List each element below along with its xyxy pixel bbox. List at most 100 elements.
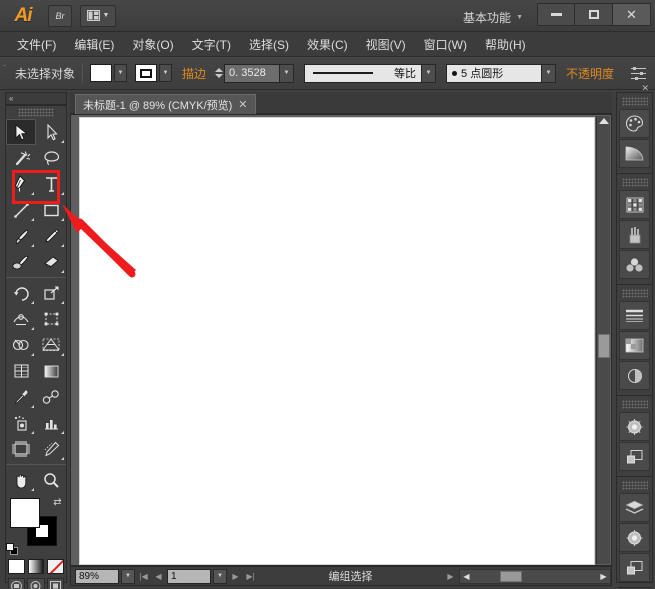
- fill-swatch-dropdown[interactable]: ▼: [114, 64, 128, 82]
- dock-group-handle[interactable]: [621, 97, 648, 106]
- tool-width[interactable]: [6, 306, 36, 332]
- tool-zoom[interactable]: [36, 467, 66, 493]
- screen-mode-full-menu[interactable]: [27, 578, 45, 589]
- bridge-icon[interactable]: Br: [48, 4, 72, 27]
- tool-eraser[interactable]: [36, 249, 66, 275]
- brush-definition-select[interactable]: 5 点圆形: [446, 63, 543, 83]
- tool-magic-wand[interactable]: [6, 145, 36, 171]
- color-panel-icon[interactable]: [619, 109, 650, 138]
- tool-free-transform[interactable]: [36, 306, 66, 332]
- gradient-panel-icon[interactable]: [619, 139, 650, 168]
- scroll-left-icon[interactable]: ◀: [460, 570, 473, 583]
- first-page-button[interactable]: |◀: [137, 569, 150, 584]
- last-page-button[interactable]: ▶|: [244, 569, 257, 584]
- status-expand-arrow[interactable]: ▶: [444, 569, 457, 584]
- layers-panel-icon[interactable]: [619, 493, 650, 522]
- transform-panel-icon[interactable]: [619, 523, 650, 552]
- tool-slice[interactable]: [36, 436, 66, 462]
- scroll-up-icon[interactable]: [599, 118, 609, 124]
- tool-blend[interactable]: [36, 384, 66, 410]
- dock-group-handle[interactable]: [621, 289, 648, 298]
- opacity-label[interactable]: 不透明度: [566, 65, 614, 82]
- tool-shape-builder[interactable]: [6, 332, 36, 358]
- dock-group-handle[interactable]: [621, 178, 648, 187]
- workspace-switcher[interactable]: 基本功能 ▼: [459, 7, 527, 28]
- tool-selection[interactable]: [6, 119, 36, 145]
- fill-color-swatch[interactable]: [90, 64, 113, 82]
- stroke-profile-select[interactable]: 等比: [304, 63, 423, 83]
- stroke-color-swatch[interactable]: [135, 64, 158, 82]
- menu-type[interactable]: 文字(T): [183, 33, 240, 56]
- document-tab[interactable]: 未标题-1 @ 89% (CMYK/预览) ✕: [75, 94, 256, 114]
- menu-select[interactable]: 选择(S): [240, 33, 298, 56]
- swap-fill-stroke-icon[interactable]: ⇄: [51, 496, 64, 509]
- page-number-dropdown[interactable]: ▼: [213, 568, 227, 584]
- pathfinder-panel-icon[interactable]: [619, 553, 650, 582]
- toolbar-collapse-button[interactable]: «: [5, 92, 67, 105]
- tool-column-graph[interactable]: [36, 410, 66, 436]
- maximize-button[interactable]: [575, 3, 613, 26]
- tool-lasso[interactable]: [36, 145, 66, 171]
- align-panel-icon[interactable]: [619, 442, 650, 471]
- screen-mode-full[interactable]: [46, 578, 64, 589]
- stroke-weight-stepper[interactable]: [213, 64, 224, 82]
- tool-blob-brush[interactable]: [6, 249, 36, 275]
- color-mode-none[interactable]: [47, 559, 65, 574]
- artboard[interactable]: [79, 117, 595, 565]
- swatches-panel-icon[interactable]: [619, 190, 650, 219]
- tool-pen[interactable]: [6, 171, 36, 197]
- menu-effect[interactable]: 效果(C): [298, 33, 357, 56]
- tool-rotate[interactable]: [6, 280, 36, 306]
- tool-symbol-sprayer[interactable]: [6, 410, 36, 436]
- tool-mesh[interactable]: [6, 358, 36, 384]
- panel-options-icon[interactable]: [630, 65, 647, 82]
- tool-type[interactable]: [36, 171, 66, 197]
- menu-object[interactable]: 对象(O): [123, 33, 182, 56]
- color-mode-solid[interactable]: [8, 559, 25, 574]
- vertical-scrollbar[interactable]: [596, 116, 610, 564]
- menu-window[interactable]: 窗口(W): [415, 33, 476, 56]
- tool-artboard[interactable]: [6, 436, 36, 462]
- toolbar-drag-handle[interactable]: [18, 108, 54, 117]
- stroke-swatch-dropdown[interactable]: ▼: [159, 64, 173, 82]
- dock-group-handle[interactable]: [621, 400, 648, 409]
- zoom-level-input[interactable]: 89%: [75, 568, 119, 584]
- tool-rectangle[interactable]: [36, 197, 66, 223]
- graphic-styles-panel-icon[interactable]: [619, 412, 650, 441]
- close-icon[interactable]: ✕: [238, 98, 247, 111]
- previous-page-button[interactable]: ◀: [152, 569, 165, 584]
- tool-perspective-grid[interactable]: [36, 332, 66, 358]
- tool-scale[interactable]: [36, 280, 66, 306]
- brushes-panel-icon[interactable]: [619, 220, 650, 249]
- menu-edit[interactable]: 编辑(E): [65, 33, 123, 56]
- arrange-documents-icon[interactable]: ▼: [80, 4, 116, 27]
- symbols-panel-icon[interactable]: [619, 250, 650, 279]
- color-mode-gradient[interactable]: [27, 559, 45, 574]
- stroke-panel-icon[interactable]: [619, 301, 650, 330]
- next-page-button[interactable]: ▶: [229, 569, 242, 584]
- zoom-level-dropdown[interactable]: ▼: [121, 568, 135, 584]
- stroke-weight-input[interactable]: 0. 3528: [224, 63, 281, 83]
- transparency-panel-icon[interactable]: [619, 331, 650, 360]
- control-bar-grip[interactable]: [0, 56, 9, 90]
- horizontal-scroll-thumb[interactable]: [500, 570, 522, 582]
- tool-line-segment[interactable]: [6, 197, 36, 223]
- tool-paintbrush[interactable]: [6, 223, 36, 249]
- tool-hand[interactable]: [6, 467, 36, 493]
- close-button[interactable]: ✕: [613, 3, 651, 26]
- menu-help[interactable]: 帮助(H): [476, 33, 535, 56]
- tool-eyedropper[interactable]: [6, 384, 36, 410]
- appearance-panel-icon[interactable]: [619, 361, 650, 390]
- menu-file[interactable]: 文件(F): [8, 33, 65, 56]
- horizontal-scrollbar[interactable]: ◀ ▶: [459, 568, 611, 584]
- page-number-input[interactable]: 1: [167, 568, 211, 584]
- menu-view[interactable]: 视图(V): [357, 33, 415, 56]
- default-fill-stroke-icon[interactable]: [6, 543, 19, 556]
- vertical-scroll-thumb[interactable]: [598, 334, 610, 358]
- fill-color-box[interactable]: [10, 498, 40, 528]
- scroll-right-icon[interactable]: ▶: [597, 570, 610, 583]
- screen-mode-normal[interactable]: [8, 578, 26, 589]
- tool-gradient[interactable]: [36, 358, 66, 384]
- tool-pencil[interactable]: [36, 223, 66, 249]
- tool-direct-selection[interactable]: [36, 119, 66, 145]
